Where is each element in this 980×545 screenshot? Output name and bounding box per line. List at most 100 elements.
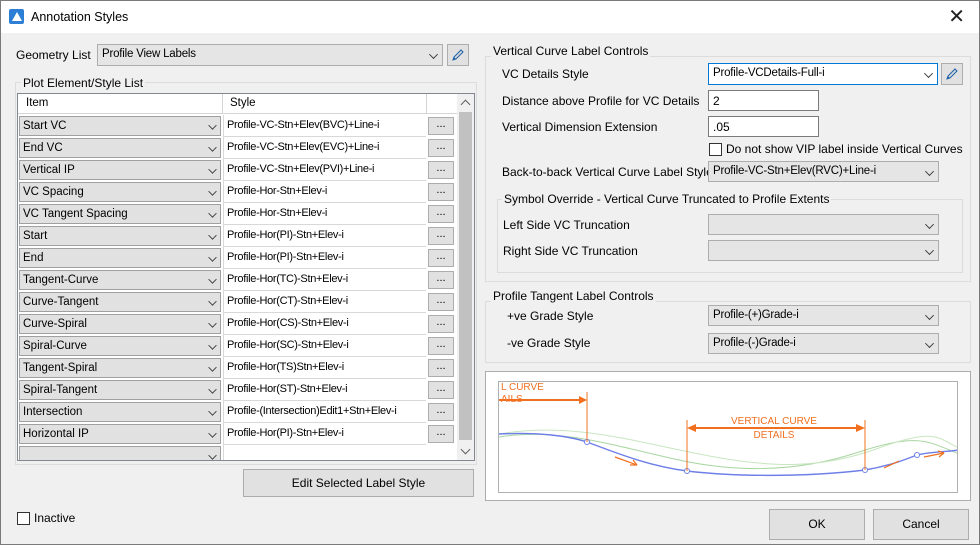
annotation-styles-dialog: Annotation Styles ✕ Geometry List Profil… (0, 0, 980, 545)
browse-style-button[interactable]: ... (428, 359, 454, 377)
vc-details-style-label: VC Details Style (502, 67, 589, 81)
table-row[interactable]: Spiral-Curve Profile-Hor(SC)-Stn+Elev-i..… (18, 335, 458, 357)
edit-geometry-list-button[interactable] (447, 44, 469, 66)
distance-above-profile-value: 2 (713, 94, 720, 108)
item-select[interactable]: Curve-Spiral (19, 314, 221, 334)
browse-style-button[interactable]: ... (428, 381, 454, 399)
item-select[interactable]: Vertical IP (19, 160, 221, 180)
table-row[interactable]: Horizontal IP Profile-Hor(PI)-Stn+Elev-i.… (18, 423, 458, 445)
chevron-down-icon (925, 246, 934, 255)
item-select[interactable]: End (19, 248, 221, 268)
vertex-marker (914, 452, 920, 458)
inactive-checkbox[interactable] (17, 512, 30, 525)
no-vip-label-checkbox[interactable] (709, 143, 722, 156)
table-row[interactable] (18, 445, 458, 460)
style-cell[interactable]: Profile-Hor(TS)Stn+Elev-i (223, 357, 426, 379)
table-row[interactable]: Start VC Profile-VC-Stn+Elev(BVC)+Line-i.… (18, 115, 458, 137)
browse-style-button[interactable]: ... (428, 205, 454, 223)
browse-style-button[interactable]: ... (428, 315, 454, 333)
item-select[interactable]: Start VC (19, 116, 221, 136)
style-cell[interactable]: Profile-Hor-Stn+Elev-i (223, 203, 426, 225)
cancel-button[interactable]: Cancel (873, 509, 969, 540)
vertical-dimension-extension-input[interactable]: .05 (708, 116, 819, 137)
edit-vc-details-style-button[interactable] (941, 63, 963, 85)
vertical-dimension-extension-label: Vertical Dimension Extension (502, 120, 658, 134)
table-row[interactable]: VC Tangent Spacing Profile-Hor-Stn+Elev-i… (18, 203, 458, 225)
item-select[interactable]: Spiral-Curve (19, 336, 221, 356)
browse-style-button[interactable]: ... (428, 403, 454, 421)
chevron-down-icon (208, 187, 217, 196)
distance-above-profile-input[interactable]: 2 (708, 90, 819, 111)
scroll-down-icon[interactable] (457, 443, 474, 460)
back-to-back-style-select[interactable]: Profile-VC-Stn+Elev(RVC)+Line-i (708, 161, 939, 182)
browse-style-button[interactable]: ... (428, 271, 454, 289)
style-value: Profile-VC-Stn+Elev(PVI)+Line-i (227, 163, 375, 175)
browse-style-button[interactable]: ... (428, 117, 454, 135)
grid-scrollbar[interactable] (457, 94, 474, 460)
item-select[interactable] (19, 446, 221, 460)
style-cell[interactable]: Profile-Hor(PI)-Stn+Elev-i (223, 247, 426, 269)
item-select[interactable]: Start (19, 226, 221, 246)
style-cell[interactable]: Profile-VC-Stn+Elev(BVC)+Line-i (223, 115, 426, 137)
style-cell[interactable]: Profile-Hor(SC)-Stn+Elev-i (223, 335, 426, 357)
chevron-down-icon (208, 363, 217, 372)
style-cell[interactable]: Profile-Hor(PI)-Stn+Elev-i (223, 225, 426, 247)
vc-details-style-select[interactable]: Profile-VCDetails-Full-i (708, 63, 938, 85)
style-cell[interactable]: Profile-Hor-Stn+Elev-i (223, 181, 426, 203)
style-cell[interactable]: Profile-Hor(CT)-Stn+Elev-i (223, 291, 426, 313)
left-vc-truncation-select[interactable] (708, 214, 939, 235)
browse-style-button[interactable]: ... (428, 183, 454, 201)
item-select[interactable]: Tangent-Curve (19, 270, 221, 290)
geometry-list-select[interactable]: Profile View Labels (97, 44, 443, 66)
close-icon[interactable]: ✕ (948, 5, 965, 27)
style-cell[interactable]: Profile-(Intersection)Edit1+Stn+Elev-i (223, 401, 426, 423)
right-vc-truncation-select[interactable] (708, 240, 939, 261)
table-row[interactable]: VC Spacing Profile-Hor-Stn+Elev-i... (18, 181, 458, 203)
table-row[interactable]: Tangent-Curve Profile-Hor(TC)-Stn+Elev-i.… (18, 269, 458, 291)
style-cell[interactable]: Profile-Hor(PI)-Stn+Elev-i (223, 423, 426, 445)
grade-arrow (883, 460, 900, 469)
browse-style-button[interactable]: ... (428, 293, 454, 311)
browse-style-button[interactable]: ... (428, 161, 454, 179)
negative-grade-style-select[interactable]: Profile-(-)Grade-i (708, 333, 939, 354)
style-preview-panel: L CURVE AILS VERTICAL CURVE DETAILS (485, 371, 971, 501)
style-cell[interactable]: Profile-VC-Stn+Elev(PVI)+Line-i (223, 159, 426, 181)
positive-grade-style-select[interactable]: Profile-(+)Grade-i (708, 305, 939, 326)
item-select[interactable]: Curve-Tangent (19, 292, 221, 312)
table-row[interactable]: Intersection Profile-(Intersection)Edit1+… (18, 401, 458, 423)
item-select[interactable]: Tangent-Spiral (19, 358, 221, 378)
table-row[interactable]: Start Profile-Hor(PI)-Stn+Elev-i... (18, 225, 458, 247)
item-select[interactable]: VC Tangent Spacing (19, 204, 221, 224)
style-cell[interactable]: Profile-VC-Stn+Elev(EVC)+Line-i (223, 137, 426, 159)
item-select[interactable]: Intersection (19, 402, 221, 422)
style-cell[interactable] (223, 445, 426, 460)
style-value: Profile-Hor(PI)-Stn+Elev-i (227, 427, 344, 439)
style-cell[interactable]: Profile-Hor(ST)-Stn+Elev-i (223, 379, 426, 401)
browse-style-button[interactable]: ... (428, 425, 454, 443)
plot-element-grid[interactable]: Item Style Start VC Profile-VC-Stn+Elev(B… (17, 93, 475, 461)
edit-selected-label-style-button[interactable]: Edit Selected Label Style (243, 469, 474, 497)
browse-style-button[interactable]: ... (428, 227, 454, 245)
table-row[interactable]: Curve-Spiral Profile-Hor(CS)-Stn+Elev-i..… (18, 313, 458, 335)
arrowhead (579, 396, 587, 404)
style-value: Profile-Hor(PI)-Stn+Elev-i (227, 251, 344, 263)
browse-style-button[interactable]: ... (428, 337, 454, 355)
ok-button[interactable]: OK (769, 509, 865, 540)
browse-style-button[interactable]: ... (428, 139, 454, 157)
table-row[interactable]: End VC Profile-VC-Stn+Elev(EVC)+Line-i... (18, 137, 458, 159)
browse-style-button[interactable]: ... (428, 249, 454, 267)
scroll-up-icon[interactable] (457, 94, 474, 111)
table-row[interactable]: Tangent-Spiral Profile-Hor(TS)Stn+Elev-i.… (18, 357, 458, 379)
style-cell[interactable]: Profile-Hor(TC)-Stn+Elev-i (223, 269, 426, 291)
table-row[interactable]: Curve-Tangent Profile-Hor(CT)-Stn+Elev-i.… (18, 291, 458, 313)
window-title: Annotation Styles (31, 10, 129, 24)
table-row[interactable]: Vertical IP Profile-VC-Stn+Elev(PVI)+Line… (18, 159, 458, 181)
item-select[interactable]: End VC (19, 138, 221, 158)
item-select[interactable]: VC Spacing (19, 182, 221, 202)
scroll-thumb[interactable] (459, 112, 472, 440)
style-cell[interactable]: Profile-Hor(CS)-Stn+Elev-i (223, 313, 426, 335)
table-row[interactable]: End Profile-Hor(PI)-Stn+Elev-i... (18, 247, 458, 269)
item-select[interactable]: Spiral-Tangent (19, 380, 221, 400)
table-row[interactable]: Spiral-Tangent Profile-Hor(ST)-Stn+Elev-i… (18, 379, 458, 401)
item-select[interactable]: Horizontal IP (19, 424, 221, 444)
